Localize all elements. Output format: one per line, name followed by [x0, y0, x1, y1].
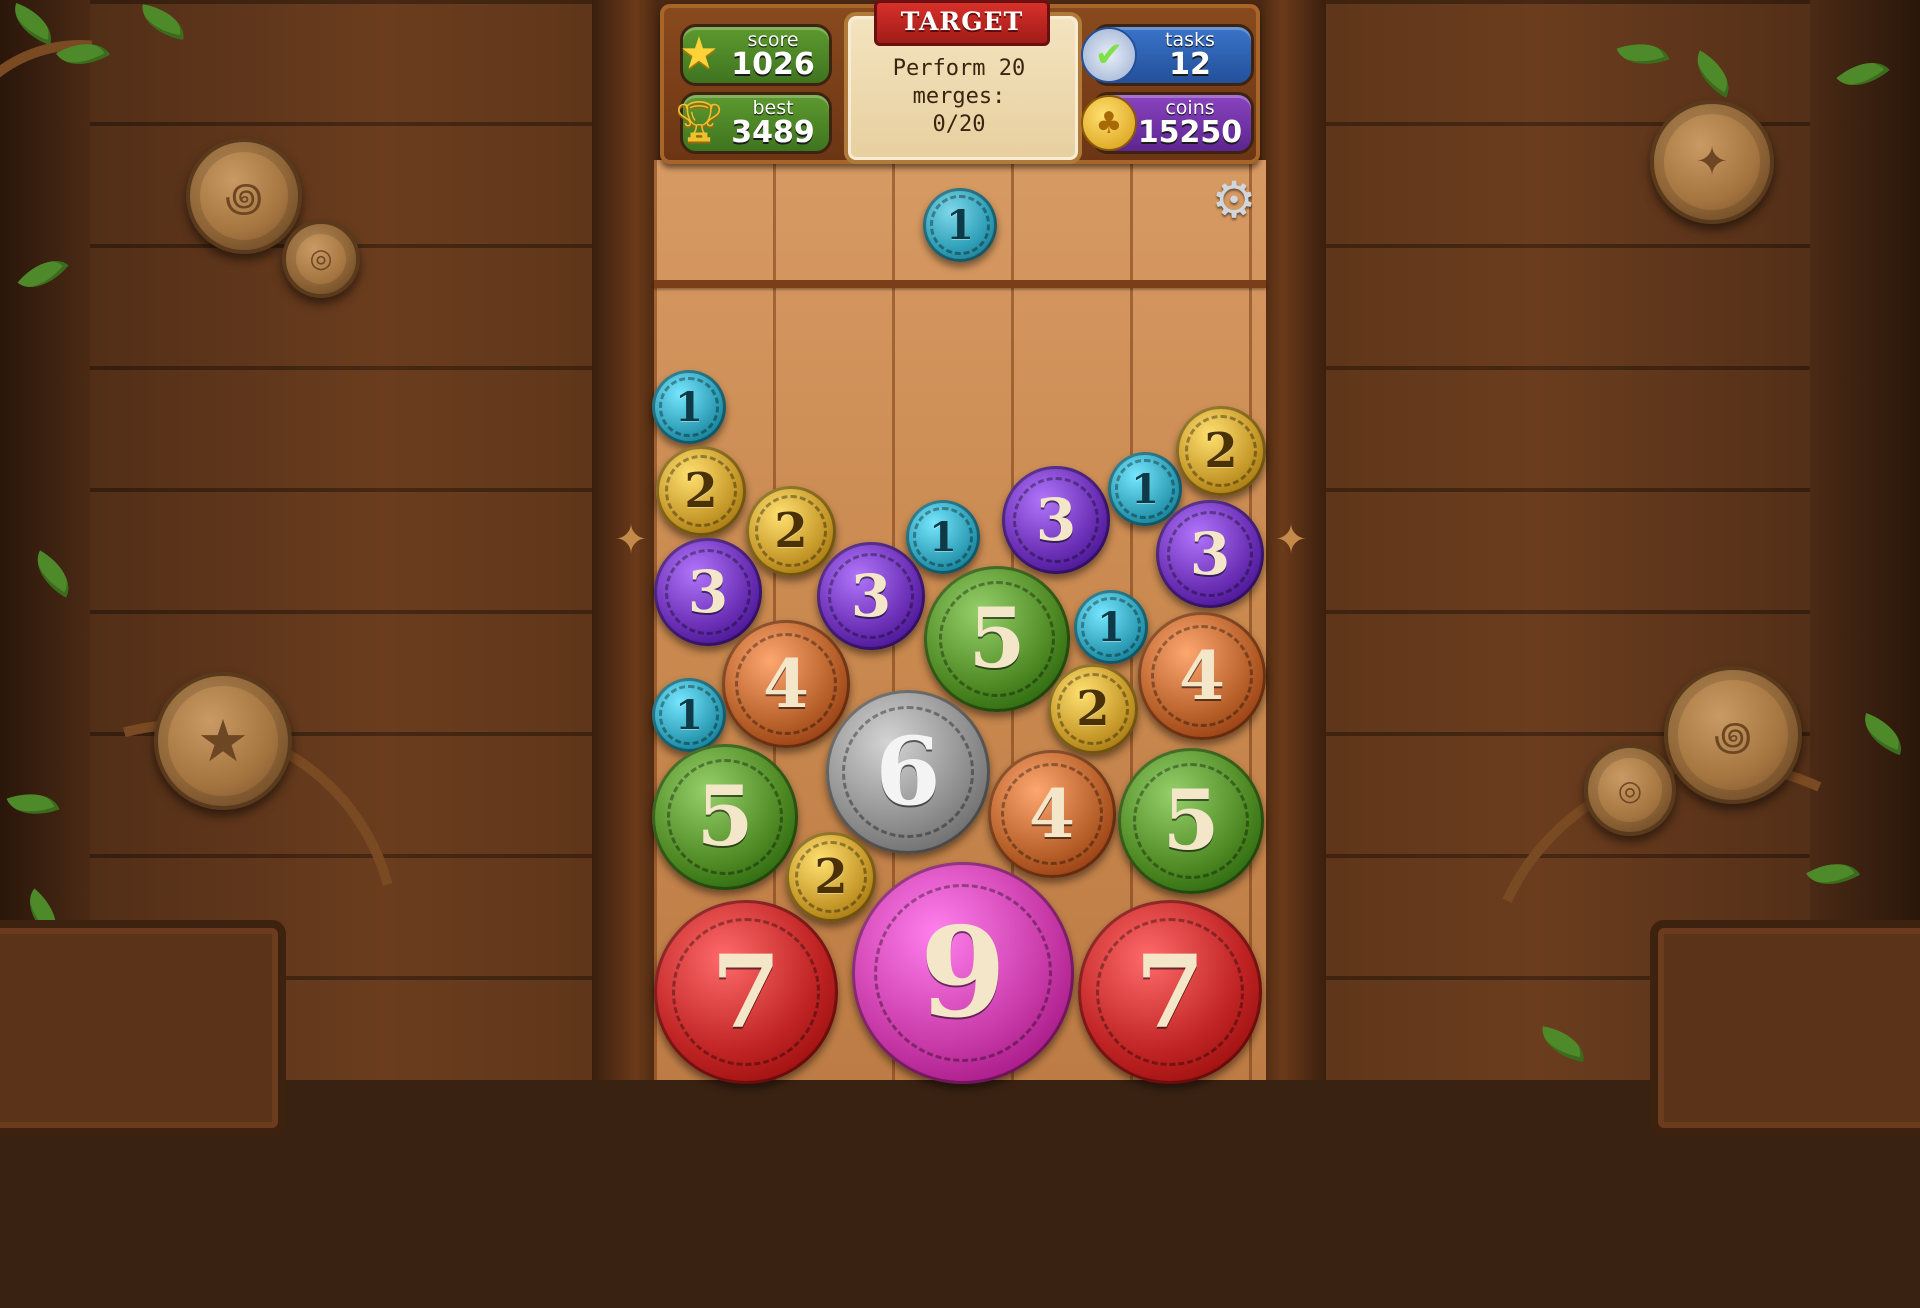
coin-2: 2 [1176, 406, 1266, 496]
target-description: Perform 20 merges: 0/20 [854, 55, 1064, 139]
coin-2: 2 [746, 486, 836, 576]
coin-3: 3 [1156, 500, 1264, 608]
diamond-wooden-disc: ✦ [1650, 100, 1774, 224]
next-coin-label: 1 [946, 201, 974, 249]
small-wooden-disc: ◎ [1584, 744, 1676, 836]
score-value: 1026 [731, 47, 815, 82]
coin-5: 5 [924, 566, 1070, 712]
coin-4: 4 [1138, 612, 1266, 740]
score-display: ★ score 1026 [679, 24, 832, 86]
target-line-1: Perform 20 [892, 56, 1026, 81]
coin-5: 5 [652, 744, 798, 890]
coin-7: 7 [654, 900, 838, 1084]
tasks-button[interactable]: ✔ tasks 12 [1081, 24, 1254, 86]
wooden-crate [0, 920, 286, 1136]
gear-icon[interactable]: ⚙ [1210, 175, 1258, 225]
coin-2: 2 [786, 832, 876, 922]
coins-display[interactable]: ♣ coins 15250 [1081, 92, 1254, 154]
best-score-display: 🏆︎ best 3489 [674, 92, 832, 154]
tasks-value: 12 [1169, 47, 1211, 82]
coin-1: 1 [1074, 590, 1148, 664]
coin-9: 9 [852, 862, 1074, 1084]
coin-6: 6 [826, 690, 990, 854]
target-title: TARGET [874, 0, 1050, 46]
wooden-crate [1650, 920, 1920, 1136]
right-frame-ornament: ✦ [1274, 517, 1308, 563]
coin-1: 1 [906, 500, 980, 574]
coin-3: 3 [817, 542, 925, 650]
coin-1: 1 [652, 678, 726, 752]
coin-4: 4 [988, 750, 1116, 878]
coin-4: 4 [722, 620, 850, 748]
best-value: 3489 [731, 115, 815, 150]
coin-5: 5 [1118, 748, 1264, 894]
star-wooden-disc: ★ [154, 672, 292, 810]
coin-3: 3 [1002, 466, 1110, 574]
left-frame-ornament: ✦ [614, 517, 648, 563]
spiral-wooden-disc: ꩜ [186, 138, 302, 254]
coin-3: 3 [654, 538, 762, 646]
coins-value: 15250 [1137, 115, 1243, 150]
coin-1: 1 [652, 370, 726, 444]
drop-limit-line [654, 280, 1266, 288]
coin-7: 7 [1078, 900, 1262, 1084]
target-progress: 0/20 [932, 112, 986, 137]
small-wooden-disc: ◎ [282, 220, 360, 298]
next-coin-1[interactable]: 1 [923, 188, 997, 262]
target-line-2: merges: [912, 84, 1006, 109]
coin-2: 2 [656, 446, 746, 536]
coin-2: 2 [1048, 664, 1138, 754]
spiral-wooden-disc: ꩜ [1664, 666, 1802, 804]
